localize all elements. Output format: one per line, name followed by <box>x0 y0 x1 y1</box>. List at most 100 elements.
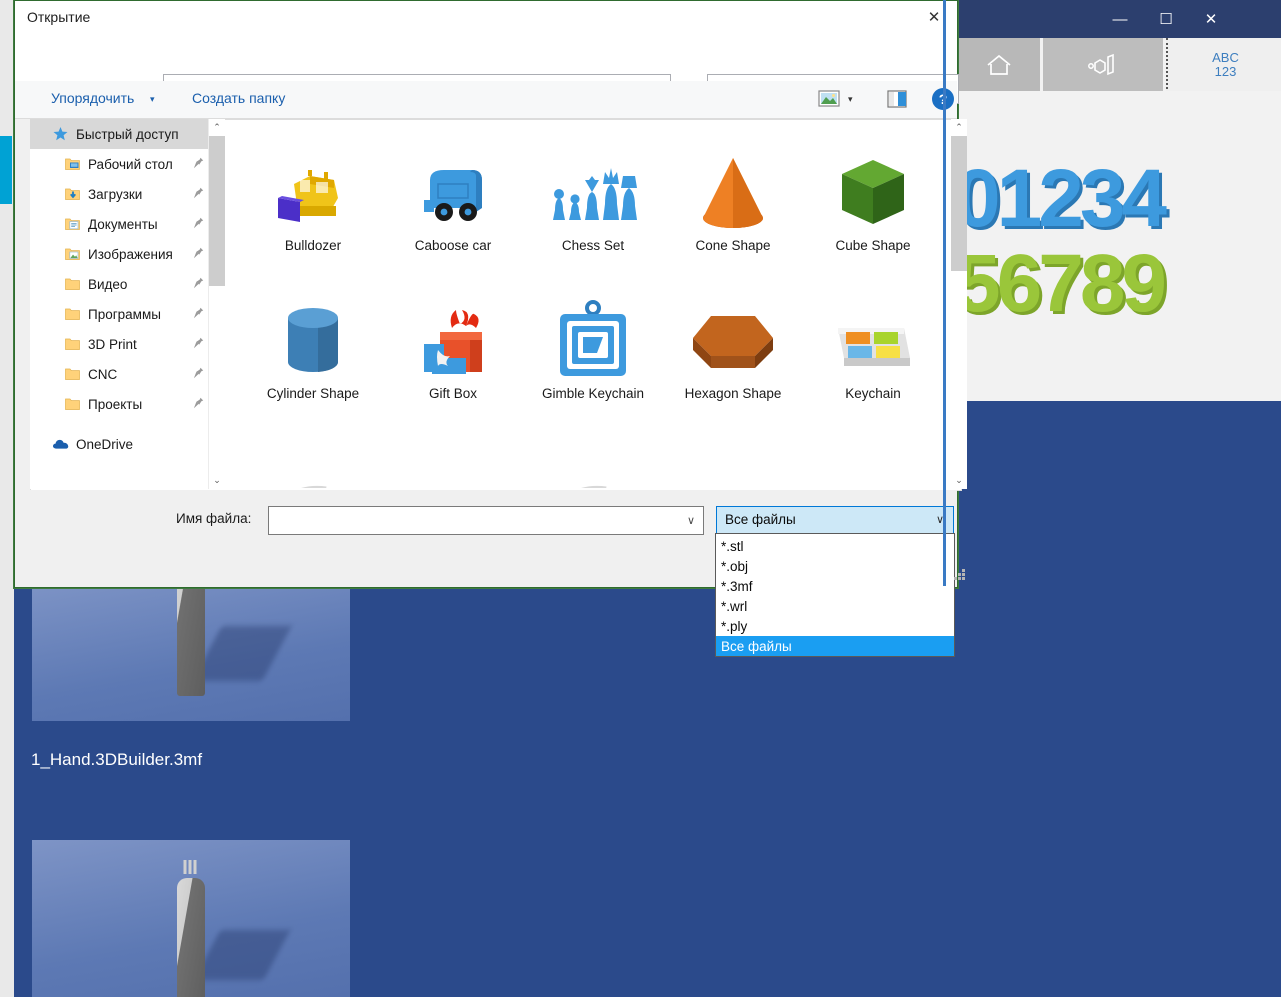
pin-icon[interactable] <box>193 337 204 352</box>
file-item[interactable] <box>243 436 383 488</box>
file-row: Cylinder Shape Gift Box Gimble Keychain Hex… <box>225 268 950 416</box>
recent-file-thumbnail[interactable] <box>32 840 350 997</box>
file-item[interactable]: Chess Set <box>523 140 663 253</box>
filetype-option[interactable]: *.obj <box>716 556 954 576</box>
navpane-item[interactable]: Рабочий стол <box>30 149 211 179</box>
recent-file-thumbnail[interactable] <box>32 581 350 721</box>
bulldozer-icon <box>243 140 383 232</box>
filetype-option[interactable]: *.ply <box>716 616 954 636</box>
navpane-item[interactable]: Программы <box>30 299 211 329</box>
scrollbar-thumb[interactable] <box>209 136 225 286</box>
minimize-button[interactable]: — <box>1097 0 1143 38</box>
recent-file-name: 1_Hand.3DBuilder.3mf <box>31 750 203 769</box>
scroll-up-icon[interactable]: ⌃ <box>951 119 967 136</box>
dialog-close-button[interactable]: ✕ <box>911 1 957 32</box>
navpane-item-label: Рабочий стол <box>88 156 173 172</box>
preview-pane-button[interactable] <box>887 90 907 108</box>
picture-view-icon <box>818 90 840 107</box>
filetype-dropdown-list[interactable]: *.stl *.obj *.3mf *.wrl *.ply Все файлы <box>715 533 955 657</box>
navpane-item[interactable]: CNC <box>30 359 211 389</box>
navpane-item[interactable]: Быстрый доступ <box>30 119 211 149</box>
command-bar: Упорядочить ▾ Создать папку ▾ ? <box>15 81 957 119</box>
navpane-item[interactable]: Изображения <box>30 239 211 269</box>
new-folder-button[interactable]: Создать папку <box>192 90 285 106</box>
navpane-item[interactable]: Видео <box>30 269 211 299</box>
navpane-item[interactable]: OneDrive <box>30 429 211 459</box>
chevron-down-icon[interactable]: ▾ <box>848 94 853 105</box>
pin-icon[interactable] <box>193 187 204 202</box>
file-item[interactable]: Keychain <box>803 288 943 401</box>
navpane-item[interactable]: Документы <box>30 209 211 239</box>
navigation-bar: ← → ∨ ↑ › Латышев Александр › Объемные о… <box>15 33 959 104</box>
file-item[interactable] <box>383 436 523 488</box>
scroll-down-icon[interactable]: ⌄ <box>951 472 967 489</box>
pyramid-icon <box>383 436 523 488</box>
pin-icon[interactable] <box>193 397 204 412</box>
change-view-button[interactable] <box>818 89 840 109</box>
folder-icon <box>64 276 81 292</box>
pin-icon[interactable] <box>193 247 204 262</box>
pin-icon[interactable] <box>193 307 204 322</box>
background-lower-panel <box>956 401 1281 997</box>
filetype-option[interactable]: *.wrl <box>716 596 954 616</box>
navpane-item[interactable]: Проекты <box>30 389 211 419</box>
file-item[interactable]: Cube Shape <box>803 140 943 253</box>
filetype-option[interactable]: Все файлы <box>716 636 954 656</box>
chevron-down-icon[interactable]: ∨ <box>687 514 695 527</box>
objects-button[interactable] <box>1043 38 1163 91</box>
file-item[interactable]: Gift Box <box>383 288 523 401</box>
dialog-titlebar: Открытие ✕ <box>15 1 957 33</box>
file-item[interactable]: Gimble Keychain <box>523 288 663 401</box>
pin-icon[interactable] <box>193 367 204 382</box>
file-item[interactable]: Caboose car <box>383 140 523 253</box>
filetype-option[interactable]: *.stl <box>716 536 954 556</box>
dialog-title: Открытие <box>27 9 91 25</box>
scroll-down-icon[interactable]: ⌄ <box>209 472 225 489</box>
gimble-keychain-icon <box>523 288 663 380</box>
123-label: 123 <box>1214 63 1237 79</box>
star-icon <box>52 126 69 142</box>
navpane-item[interactable]: Загрузки <box>30 179 211 209</box>
filetype-option[interactable]: *.3mf <box>716 576 954 596</box>
file-item-label: Gift Box <box>428 386 477 401</box>
file-item-label: Chess Set <box>561 238 625 253</box>
navpane-item-label: CNC <box>88 366 118 382</box>
resize-grip[interactable] <box>954 569 966 583</box>
file-item[interactable] <box>523 436 663 488</box>
folder-icon <box>64 366 81 382</box>
home-button[interactable] <box>958 38 1040 91</box>
file-item[interactable]: Cylinder Shape <box>243 288 383 401</box>
navpane-item[interactable]: 3D Print <box>30 329 211 359</box>
filename-input[interactable]: ∨ <box>268 506 704 535</box>
scroll-up-icon[interactable]: ⌃ <box>209 119 225 136</box>
abc-label: ABC <box>1212 49 1239 65</box>
file-item[interactable]: Cone Shape <box>663 140 803 253</box>
background-selected-item-strip[interactable] <box>0 136 12 204</box>
maximize-button[interactable]: ☐ <box>1143 0 1189 38</box>
chevron-down-icon[interactable]: ▾ <box>150 94 155 105</box>
scrollbar-thumb[interactable] <box>951 136 967 271</box>
filelist-scrollbar[interactable]: ⌃ ⌄ <box>951 119 967 489</box>
file-item[interactable]: Hexagon Shape <box>663 288 803 401</box>
file-item-label: Cube Shape <box>835 238 911 253</box>
file-item-label: Caboose car <box>414 238 492 253</box>
pin-icon[interactable] <box>193 157 204 172</box>
file-item[interactable] <box>803 436 943 488</box>
close-button[interactable]: ✕ <box>1187 0 1235 38</box>
text-button[interactable]: ABC 123 <box>1166 38 1281 93</box>
file-item-label: Hexagon Shape <box>684 386 782 401</box>
pin-icon[interactable] <box>193 277 204 292</box>
pin-icon[interactable] <box>193 217 204 232</box>
navpane-item-label: Программы <box>88 306 161 322</box>
file-item[interactable] <box>663 436 803 488</box>
filetype-combobox[interactable]: Все файлы ∨ <box>716 506 954 535</box>
navpane-scrollbar[interactable]: ⌃ ⌄ <box>208 119 225 489</box>
file-item[interactable]: Bulldozer <box>243 140 383 253</box>
onedrive-icon <box>52 436 69 452</box>
file-item-label: Bulldozer <box>284 238 342 253</box>
navpane-item-label: Быстрый доступ <box>76 126 179 142</box>
organize-button[interactable]: Упорядочить <box>51 90 134 106</box>
navigation-pane: Быстрый доступ Рабочий стол Загрузки Докуме… <box>30 119 211 489</box>
filetype-value: Все файлы <box>725 512 796 527</box>
folder-documents-icon <box>64 216 81 232</box>
